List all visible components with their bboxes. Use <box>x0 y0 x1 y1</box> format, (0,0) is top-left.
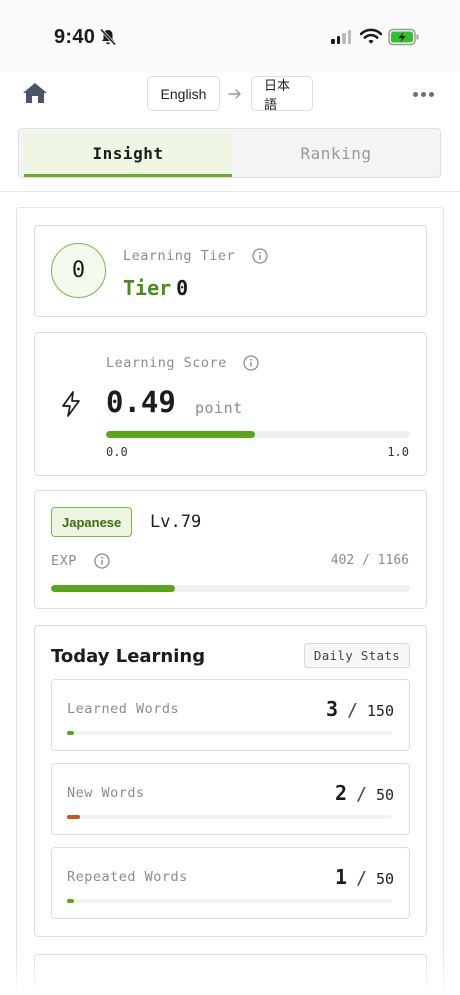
exp-progress-fill <box>51 585 175 592</box>
score-unit: point <box>195 399 243 417</box>
learning-score-card: Learning Score 0.49 point 0.0 1.0 <box>34 332 427 476</box>
more-options-icon[interactable] <box>413 92 434 97</box>
score-label-row: Learning Score <box>106 355 260 371</box>
stat-count: 1/50 <box>335 865 394 889</box>
tab-insight[interactable]: Insight <box>24 133 232 177</box>
stat-progress-bar <box>67 899 392 903</box>
bell-off-icon <box>99 28 117 51</box>
exp-progress-bar <box>51 585 410 592</box>
status-time: 9:40 <box>54 26 96 48</box>
tier-number: 0 <box>176 276 189 300</box>
cell-signal-icon <box>331 30 351 44</box>
insight-panel: 0 Learning Tier Tier 0 Learning Score 0.4… <box>16 207 444 995</box>
info-icon[interactable] <box>93 553 110 569</box>
score-value: 0.49 <box>106 385 176 419</box>
stat-row-new: New Words 2/50 <box>51 763 410 835</box>
stat-progress-bar <box>67 815 392 819</box>
info-icon[interactable] <box>252 248 268 264</box>
stat-value: 1 <box>335 865 348 889</box>
language-level-card: Japanese Lv.79 EXP 402 / 1166 <box>34 490 427 609</box>
exp-count: 402 / 1166 <box>330 553 409 568</box>
stat-label: Learned Words <box>67 701 180 717</box>
level-text: Lv.79 <box>150 512 202 532</box>
tier-value: Tier 0 <box>123 276 188 300</box>
stat-count: 3/150 <box>326 697 394 721</box>
source-language-button[interactable]: English <box>147 76 220 111</box>
learning-tier-card: 0 Learning Tier Tier 0 <box>34 225 427 317</box>
home-icon[interactable] <box>22 82 48 109</box>
daily-stats-button[interactable]: Daily Stats <box>303 643 410 668</box>
stat-progress-fill <box>67 899 74 903</box>
score-min: 0.0 <box>106 445 128 459</box>
score-progress-bar <box>106 431 410 438</box>
stat-progress-bar <box>67 731 392 735</box>
tier-badge: 0 <box>51 243 106 298</box>
info-icon[interactable] <box>243 355 260 371</box>
stat-row-repeated: Repeated Words 1/50 <box>51 847 410 919</box>
tier-label: Learning Tier <box>123 248 236 264</box>
stat-value: 2 <box>335 781 348 805</box>
stat-progress-fill <box>67 731 74 735</box>
stat-value: 3 <box>326 697 339 721</box>
tier-word: Tier <box>123 276 172 300</box>
stat-progress-fill <box>67 815 80 819</box>
tab-ranking[interactable]: Ranking <box>232 129 440 177</box>
stat-total: 50 <box>375 786 394 804</box>
stat-total: 150 <box>366 702 394 720</box>
score-progress-fill <box>106 431 255 438</box>
top-nav: English 日本語 <box>0 72 460 116</box>
stat-total: 50 <box>375 870 394 888</box>
tab-bar: Insight Ranking <box>18 128 441 178</box>
exp-label: EXP <box>51 553 77 569</box>
wifi-icon <box>359 28 383 50</box>
bottom-fade <box>0 955 460 995</box>
stat-row-learned: Learned Words 3/150 <box>51 679 410 751</box>
target-language-button[interactable]: 日本語 <box>251 76 313 113</box>
stat-label: New Words <box>67 785 145 801</box>
arrow-right-icon <box>228 87 242 105</box>
score-label: Learning Score <box>106 355 227 371</box>
status-bar: 9:40 <box>0 0 460 72</box>
battery-charging-icon <box>388 28 420 51</box>
lightning-icon <box>61 391 81 422</box>
today-learning-card: Today Learning Daily Stats Learned Words… <box>34 625 427 937</box>
language-badge: Japanese <box>51 507 133 537</box>
exp-label-row: EXP <box>51 553 110 569</box>
stat-count: 2/50 <box>335 781 394 805</box>
score-max: 1.0 <box>387 445 409 459</box>
tier-label-row: Learning Tier <box>123 248 268 264</box>
stat-label: Repeated Words <box>67 869 188 885</box>
tabs-container: Insight Ranking <box>0 116 460 192</box>
today-title: Today Learning <box>51 646 206 667</box>
